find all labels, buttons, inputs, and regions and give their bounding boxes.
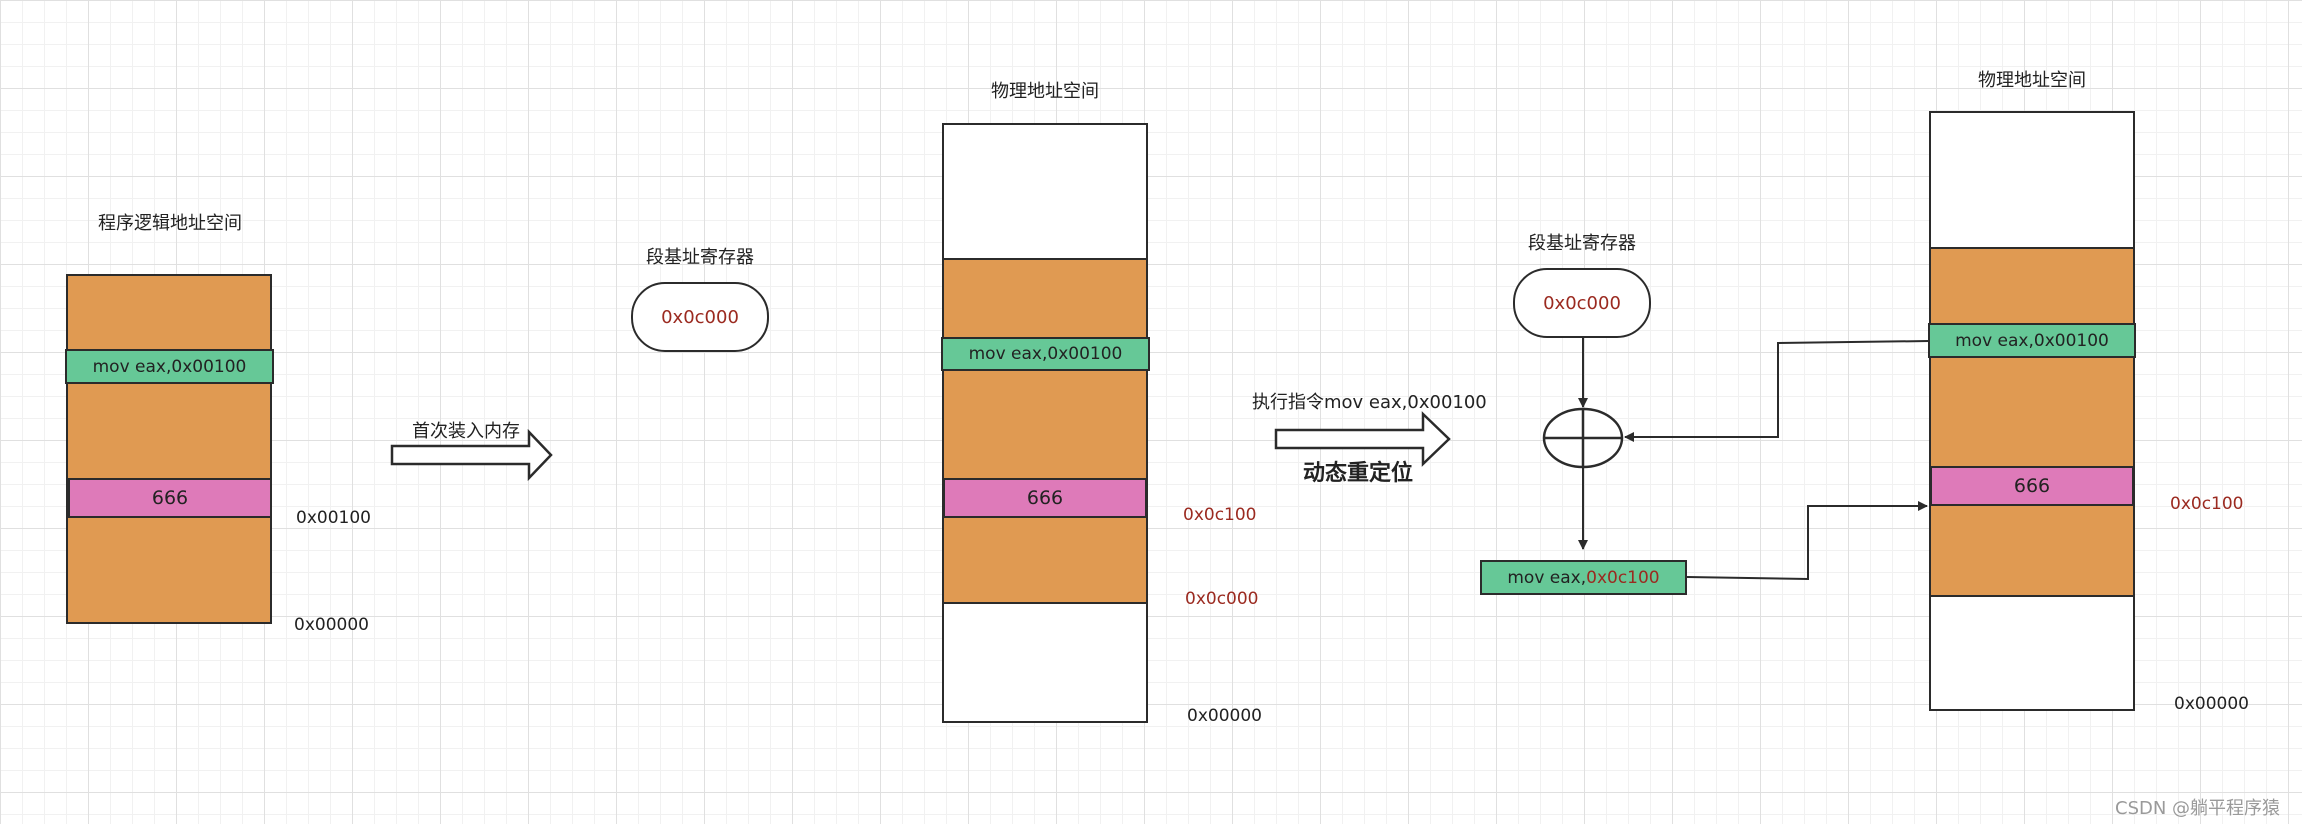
adder-icon xyxy=(1542,407,1624,469)
result-to-data-arrow xyxy=(1686,501,1928,581)
instruction-to-adder-arrow xyxy=(1624,340,1930,442)
connectors-layer xyxy=(390,338,1930,581)
watermark: CSDN @躺平程序猿 xyxy=(2115,798,2281,819)
relocation-arrow xyxy=(1274,411,1451,467)
load-arrow xyxy=(390,428,553,482)
